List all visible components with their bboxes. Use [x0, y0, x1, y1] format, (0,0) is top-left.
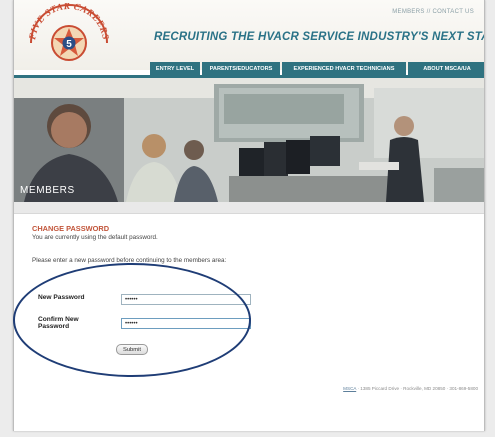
page-title: CHANGE PASSWORD [32, 224, 110, 233]
top-links: MEMBERS // CONTACT US [392, 9, 474, 15]
main-nav: ENTRY LEVEL PARENTS/EDUCATORS EXPERIENCE… [150, 62, 484, 75]
members-link[interactable]: MEMBERS [392, 9, 424, 15]
site-header: FIVE STAR CAREERS 5 MEMBERS // CONTACT U… [14, 0, 485, 70]
content-divider [14, 202, 484, 214]
five-star-careers-logo[interactable]: FIVE STAR CAREERS 5 [21, 3, 117, 69]
submit-button[interactable]: Submit [116, 344, 148, 355]
confirm-password-field[interactable] [121, 318, 251, 329]
svg-text:5: 5 [66, 39, 72, 50]
confirm-password-label: Confirm New Password [38, 316, 79, 331]
footer-address: · 1385 Piccard Drive · Rockville, MD 208… [356, 386, 478, 391]
nav-item-parents-educators[interactable]: PARENTS/EDUCATORS [202, 62, 280, 75]
instruction-text: Please enter a new password before conti… [32, 257, 227, 264]
browser-page: FIVE STAR CAREERS 5 MEMBERS // CONTACT U… [13, 0, 485, 431]
site-tagline: RECRUITING THE HVACR SERVICE INDUSTRY'S … [154, 31, 485, 43]
confirm-label-line2: Password [38, 323, 70, 331]
new-password-field[interactable] [121, 294, 251, 305]
new-password-label: New Password [38, 294, 85, 301]
nav-item-experienced-technicians[interactable]: EXPERIENCED HVACR TECHNICIANS [282, 62, 406, 75]
site-footer: MSCA · 1385 Piccard Drive · Rockville, M… [14, 386, 484, 402]
msca-link[interactable]: MSCA [343, 386, 356, 391]
nav-item-entry-level[interactable]: ENTRY LEVEL [150, 62, 200, 75]
hero-title: MEMBERS [20, 185, 75, 196]
classroom-photo [14, 78, 484, 202]
nav-item-about-msca-ua[interactable]: ABOUT MSCA/UA [408, 62, 484, 75]
default-password-notice: You are currently using the default pass… [32, 234, 158, 241]
contact-us-link[interactable]: CONTACT US [433, 9, 474, 15]
confirm-label-line1: Confirm New [38, 316, 79, 323]
hero-banner: MEMBERS [14, 78, 484, 202]
separator: // [426, 9, 431, 15]
